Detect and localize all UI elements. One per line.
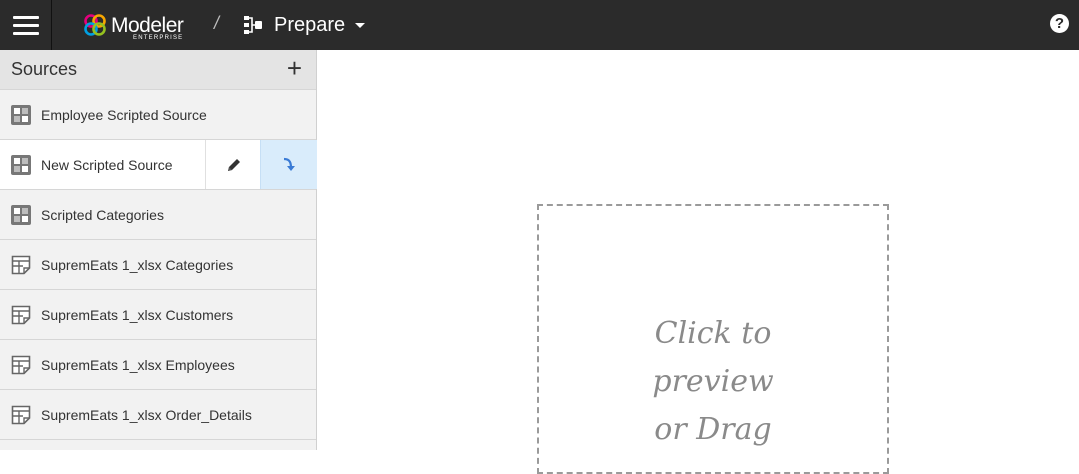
plus-icon: + (286, 53, 302, 83)
add-source-button[interactable]: + (287, 55, 302, 81)
chevron-down-icon (355, 22, 366, 28)
source-item-employees[interactable]: SupremEats 1_xlsx Employees (0, 340, 316, 390)
app-logo[interactable]: Modeler ENTERPRISE (82, 9, 184, 41)
preview-drop-zone[interactable]: Click to preview or Drag (537, 204, 889, 474)
source-label: SupremEats 1_xlsx Customers (41, 307, 234, 323)
help-circle-icon: ? (1054, 15, 1065, 32)
breadcrumb-separator: / (214, 13, 220, 33)
table-source-icon (11, 305, 31, 325)
table-source-icon (11, 405, 31, 425)
top-bar: Modeler ENTERPRISE / Prepare ? (0, 0, 1079, 50)
source-label: SupremEats 1_xlsx Employees (41, 357, 235, 373)
table-source-icon (11, 255, 31, 275)
table-source-icon (11, 355, 31, 375)
source-label: New Scripted Source (41, 157, 173, 173)
scripted-source-icon (11, 105, 31, 125)
menu-button[interactable] (0, 0, 52, 50)
modeler-logo-icon (84, 14, 106, 36)
sidebar-title: Sources (11, 59, 78, 79)
source-item-order-details[interactable]: SupremEats 1_xlsx Order_Details (0, 390, 316, 440)
source-item-customers[interactable]: SupremEats 1_xlsx Customers (0, 290, 316, 340)
preview-source-button[interactable] (260, 140, 317, 189)
pencil-icon (227, 158, 240, 171)
source-item-new-scripted[interactable]: New Scripted Source (0, 140, 317, 190)
source-item-scripted-categories[interactable]: Scripted Categories (0, 190, 316, 240)
source-label: SupremEats 1_xlsx Categories (41, 257, 234, 273)
scripted-source-icon (11, 155, 31, 175)
edit-source-button[interactable] (205, 140, 261, 189)
drop-zone-text: Click to preview or Drag (652, 316, 774, 447)
source-label: Scripted Categories (41, 207, 164, 223)
source-label: SupremEats 1_xlsx Order_Details (41, 407, 252, 423)
sidebar-header: Sources + (0, 50, 316, 90)
logo-text: Modeler (111, 13, 184, 37)
prepare-flow-icon (244, 16, 262, 34)
section-label: Prepare (274, 13, 346, 36)
sources-sidebar: Sources + Employee Scripted Source New S… (0, 50, 317, 450)
scripted-source-icon (11, 205, 31, 225)
preview-area: Click to preview or Drag (317, 50, 1079, 474)
curved-arrow-icon (283, 157, 295, 171)
source-item-employee-scripted[interactable]: Employee Scripted Source (0, 90, 316, 140)
help-button[interactable]: ? (1050, 14, 1069, 33)
logo-subtext: ENTERPRISE (133, 34, 184, 41)
section-dropdown[interactable]: Prepare (242, 10, 366, 40)
hamburger-menu-icon (12, 11, 39, 40)
source-item-categories[interactable]: SupremEats 1_xlsx Categories (0, 240, 316, 290)
source-label: Employee Scripted Source (41, 107, 207, 123)
